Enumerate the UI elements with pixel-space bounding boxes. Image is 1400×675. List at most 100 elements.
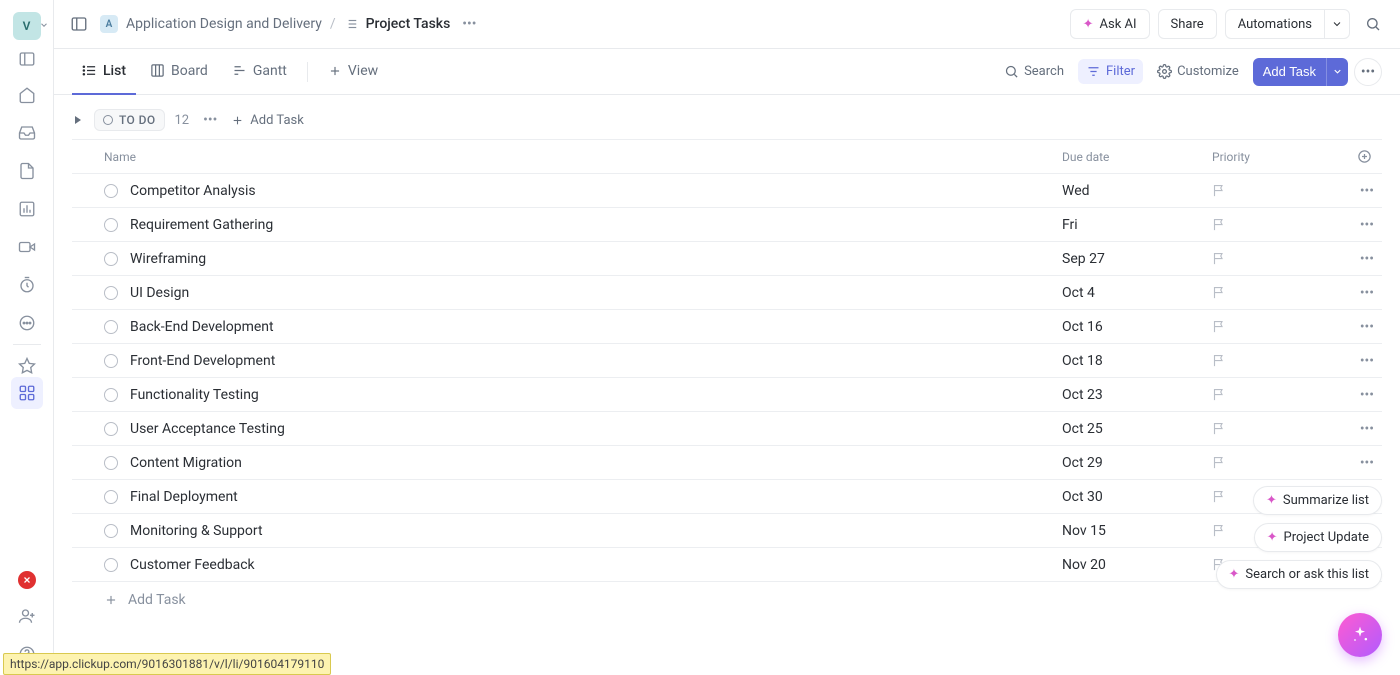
status-circle-icon[interactable] <box>104 184 118 198</box>
row-more-icon[interactable]: ••• <box>1342 387 1382 403</box>
task-due[interactable]: Oct 23 <box>1062 387 1212 403</box>
col-name[interactable]: Name <box>104 150 1062 164</box>
priority-flag-icon[interactable] <box>1212 353 1342 368</box>
row-more-icon[interactable]: ••• <box>1342 353 1382 369</box>
spaces-grid-icon[interactable] <box>11 377 43 409</box>
table-row[interactable]: Final DeploymentOct 30••• <box>72 480 1382 514</box>
tab-board[interactable]: Board <box>140 49 218 95</box>
task-due[interactable]: Fri <box>1062 217 1212 233</box>
global-search-button[interactable] <box>1358 9 1388 39</box>
table-row[interactable]: Competitor AnalysisWed ••• <box>72 174 1382 208</box>
task-due[interactable]: Wed <box>1062 183 1212 199</box>
status-circle-icon[interactable] <box>104 422 118 436</box>
priority-flag-icon[interactable] <box>1212 455 1342 470</box>
priority-flag-icon[interactable] <box>1212 217 1342 232</box>
panel-collapse-icon[interactable] <box>66 11 92 37</box>
status-circle-icon[interactable] <box>104 218 118 232</box>
alert-badge-icon[interactable] <box>18 571 36 589</box>
status-circle-icon[interactable] <box>104 490 118 504</box>
tab-list[interactable]: List <box>72 49 136 95</box>
timesheets-icon[interactable] <box>16 274 38 296</box>
task-name[interactable]: Functionality Testing <box>130 387 1062 403</box>
priority-flag-icon[interactable] <box>1212 285 1342 300</box>
status-circle-icon[interactable] <box>104 558 118 572</box>
task-name[interactable]: Competitor Analysis <box>130 183 1062 199</box>
table-row[interactable]: Front-End DevelopmentOct 18 ••• <box>72 344 1382 378</box>
workspace-avatar[interactable]: V <box>13 12 41 40</box>
table-row[interactable]: WireframingSep 27 ••• <box>72 242 1382 276</box>
status-circle-icon[interactable] <box>104 524 118 538</box>
sidebar-toggle-icon[interactable] <box>16 48 38 70</box>
table-row[interactable]: User Acceptance TestingOct 25••• <box>72 412 1382 446</box>
ask-ai-button[interactable]: ✦Ask AI <box>1070 9 1150 39</box>
priority-flag-icon[interactable] <box>1212 387 1342 402</box>
row-more-icon[interactable]: ••• <box>1342 285 1382 301</box>
table-row[interactable]: Monitoring & SupportNov 15 <box>72 514 1382 548</box>
status-circle-icon[interactable] <box>104 388 118 402</box>
task-due[interactable]: Oct 16 <box>1062 319 1212 335</box>
clips-icon[interactable] <box>16 236 38 258</box>
row-more-icon[interactable]: ••• <box>1342 251 1382 267</box>
task-name[interactable]: Monitoring & Support <box>130 523 1062 539</box>
status-pill[interactable]: TO DO <box>94 109 165 131</box>
task-name[interactable]: Customer Feedback <box>130 557 1062 573</box>
collapse-caret-icon[interactable] <box>72 114 84 126</box>
home-icon[interactable] <box>16 84 38 106</box>
breadcrumb-space[interactable]: Application Design and Delivery <box>126 16 322 32</box>
task-name[interactable]: Requirement Gathering <box>130 217 1062 233</box>
table-row[interactable]: Functionality TestingOct 23 ••• <box>72 378 1382 412</box>
table-row[interactable]: Back-End DevelopmentOct 16 ••• <box>72 310 1382 344</box>
task-due[interactable]: Nov 20 <box>1062 557 1212 573</box>
task-due[interactable]: Oct 18 <box>1062 353 1212 369</box>
task-due[interactable]: Oct 29 <box>1062 455 1212 471</box>
project-update-button[interactable]: ✦Project Update <box>1254 523 1382 552</box>
summarize-list-button[interactable]: ✦Summarize list <box>1253 486 1382 515</box>
task-name[interactable]: Final Deployment <box>130 489 1062 505</box>
favorites-star-icon[interactable] <box>16 355 38 377</box>
table-row[interactable]: UI DesignOct 4 ••• <box>72 276 1382 310</box>
row-more-icon[interactable]: ••• <box>1342 183 1382 199</box>
task-due[interactable]: Sep 27 <box>1062 251 1212 267</box>
status-circle-icon[interactable] <box>104 252 118 266</box>
view-more-button[interactable]: ••• <box>1354 58 1382 86</box>
row-more-icon[interactable]: ••• <box>1342 455 1382 471</box>
col-due[interactable]: Due date <box>1062 150 1212 164</box>
col-priority[interactable]: Priority <box>1212 150 1342 164</box>
add-view-button[interactable]: View <box>318 49 388 95</box>
add-column-button[interactable] <box>1342 149 1382 164</box>
table-row[interactable]: Content MigrationOct 29••• <box>72 446 1382 480</box>
task-name[interactable]: Back-End Development <box>130 319 1062 335</box>
add-task-row[interactable]: Add Task <box>72 582 1382 618</box>
table-row[interactable]: Customer FeedbackNov 20 <box>72 548 1382 582</box>
more-icon[interactable] <box>16 312 38 334</box>
task-due[interactable]: Oct 30 <box>1062 489 1212 505</box>
table-row[interactable]: Requirement GatheringFri ••• <box>72 208 1382 242</box>
tab-gantt[interactable]: Gantt <box>222 49 297 95</box>
add-task-button[interactable]: Add Task <box>1253 58 1326 86</box>
task-name[interactable]: UI Design <box>130 285 1062 301</box>
priority-flag-icon[interactable] <box>1212 251 1342 266</box>
customize-tool[interactable]: Customize <box>1149 59 1247 84</box>
breadcrumb-list[interactable]: Project Tasks <box>366 16 451 32</box>
docs-icon[interactable] <box>16 160 38 182</box>
search-list-button[interactable]: ✦Search or ask this list <box>1216 560 1383 589</box>
invite-user-icon[interactable] <box>16 605 38 627</box>
status-circle-icon[interactable] <box>104 456 118 470</box>
task-due[interactable]: Oct 4 <box>1062 285 1212 301</box>
share-button[interactable]: Share <box>1158 9 1217 39</box>
automations-dropdown[interactable] <box>1324 9 1350 39</box>
breadcrumb-more-icon[interactable]: ••• <box>458 16 480 32</box>
group-more-icon[interactable]: ••• <box>199 112 221 128</box>
task-name[interactable]: Front-End Development <box>130 353 1062 369</box>
status-circle-icon[interactable] <box>104 320 118 334</box>
automations-button[interactable]: Automations <box>1225 9 1325 39</box>
search-tool[interactable]: Search <box>996 59 1072 84</box>
ai-fab-button[interactable] <box>1338 613 1382 657</box>
status-circle-icon[interactable] <box>104 354 118 368</box>
priority-flag-icon[interactable] <box>1212 319 1342 334</box>
row-more-icon[interactable]: ••• <box>1342 217 1382 233</box>
priority-flag-icon[interactable] <box>1212 421 1342 436</box>
row-more-icon[interactable]: ••• <box>1342 319 1382 335</box>
add-task-dropdown[interactable] <box>1326 58 1348 86</box>
task-name[interactable]: Wireframing <box>130 251 1062 267</box>
